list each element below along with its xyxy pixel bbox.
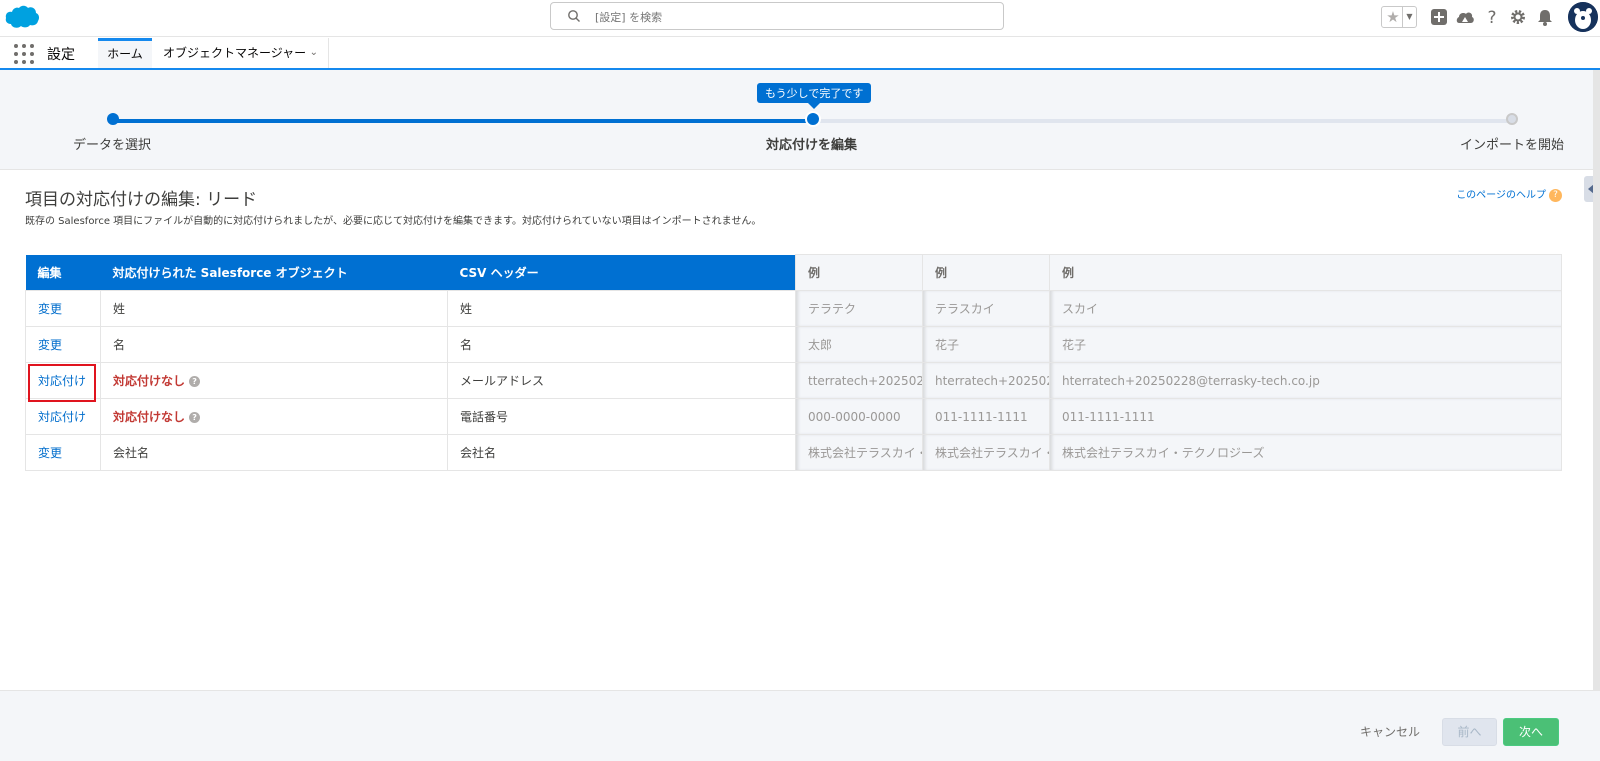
step-edit-mapping-dot[interactable] [807, 113, 819, 125]
previous-button[interactable]: 前へ [1442, 718, 1497, 746]
page-help-link[interactable]: このページのヘルプ? [1456, 186, 1562, 202]
csv-header-cell: メールアドレス [447, 362, 796, 399]
example-cell: 000-0000-0000 [795, 398, 923, 435]
example-cell: 太郎 [795, 326, 923, 363]
example-cell: 011-1111-1111 [922, 398, 1050, 435]
step-select-data-dot[interactable] [107, 113, 119, 125]
import-progress: もう少しで完了です データを選択 対応付けを編集 インポートを開始 [0, 70, 1600, 170]
search-input[interactable] [595, 7, 985, 27]
avatar-icon[interactable] [1568, 2, 1598, 32]
edit-mapping-link[interactable]: 変更 [38, 446, 62, 460]
example-cell: テラスカイ [922, 290, 1050, 327]
col-header-sf-object: 対応付けられた Salesforce オブジェクト [100, 254, 448, 291]
col-header-example-3: 例 [1049, 254, 1562, 291]
page-title: 項目の対応付けの編集: リード [25, 190, 258, 210]
csv-header-cell: 姓 [447, 290, 796, 327]
sf-field-cell: 対応付けなし? [100, 362, 448, 399]
unmapped-label: 対応付けなし [113, 374, 186, 388]
table-row: 変更 姓 姓 テラテク テラスカイ スカイ [25, 290, 1562, 327]
sf-field-cell: 会社名 [100, 434, 448, 471]
app-name: 設定 [47, 47, 75, 63]
example-cell: tterratech+20250228@ [795, 362, 923, 399]
vertical-scrollbar[interactable] [1593, 70, 1600, 761]
question-mark-icon[interactable]: ? [189, 412, 201, 423]
global-search[interactable] [550, 2, 1004, 30]
next-button[interactable]: 次へ [1503, 718, 1559, 746]
col-header-csv: CSV ヘッダー [447, 254, 796, 291]
help-icon[interactable]: ? [1482, 8, 1502, 28]
example-cell: hterratech+20250228@ [922, 362, 1050, 399]
context-bar: 設定 ホーム オブジェクトマネージャー ⌄ [0, 38, 1600, 70]
example-cell: 花子 [922, 326, 1050, 363]
sf-field-cell: 姓 [100, 290, 448, 327]
tab-object-manager-label: オブジェクトマネージャー [163, 46, 307, 60]
table-row: 変更 名 名 太郎 花子 花子 [25, 326, 1562, 363]
tab-home[interactable]: ホーム [98, 38, 152, 68]
table-header-row: 編集 対応付けられた Salesforce オブジェクト CSV ヘッダー 例 … [25, 254, 1562, 291]
progress-fill [113, 119, 813, 123]
step-start-import-label: インポートを開始 [1460, 138, 1565, 153]
table-row: 対応付け 対応付けなし? 電話番号 000-0000-0000 011-1111… [25, 398, 1562, 435]
question-mark-icon[interactable]: ? [189, 376, 201, 387]
global-header: ★ ▼ ? [0, 0, 1600, 37]
col-header-example-1: 例 [795, 254, 923, 291]
example-cell: スカイ [1049, 290, 1562, 327]
map-field-link[interactable]: 対応付け [38, 410, 86, 424]
csv-header-cell: 電話番号 [447, 398, 796, 435]
search-icon [568, 10, 580, 22]
progress-tooltip: もう少しで完了です [757, 83, 872, 109]
table-row: 変更 会社名 会社名 株式会社テラスカイ・ 株式会社テラスカイ・ 株式会社テラス… [25, 434, 1562, 471]
wizard-footer: キャンセル 前へ 次へ [0, 690, 1600, 761]
csv-header-cell: 名 [447, 326, 796, 363]
col-header-edit: 編集 [25, 254, 101, 291]
step-edit-mapping-label: 対応付けを編集 [766, 138, 858, 153]
tab-object-manager[interactable]: オブジェクトマネージャー ⌄ [153, 38, 329, 68]
help-badge-icon: ? [1549, 188, 1562, 202]
sf-field-cell: 対応付けなし? [100, 398, 448, 435]
annotation-highlight-box [28, 364, 96, 402]
plus-icon[interactable] [1429, 8, 1449, 28]
step-select-data-label: データを選択 [73, 138, 152, 153]
favorites-dropdown-icon[interactable]: ▼ [1402, 7, 1416, 27]
example-cell: 株式会社テラスカイ・テクノロジーズ [1049, 434, 1562, 471]
table-row: 対応付け 対応付けなし? メールアドレス tterratech+20250228… [25, 362, 1562, 399]
example-cell: 花子 [1049, 326, 1562, 363]
csv-header-cell: 会社名 [447, 434, 796, 471]
favorites-group[interactable]: ★ ▼ [1381, 6, 1417, 28]
star-icon[interactable]: ★ [1384, 8, 1402, 26]
trailhead-icon[interactable] [1455, 8, 1475, 28]
cancel-button[interactable]: キャンセル [1352, 718, 1428, 746]
page-description: 既存の Salesforce 項目にファイルが自動的に対応付けられましたが、必要… [25, 216, 762, 227]
step-start-import-dot [1506, 113, 1518, 125]
unmapped-label: 対応付けなし [113, 410, 186, 424]
example-cell: 株式会社テラスカイ・ [795, 434, 923, 471]
gear-icon[interactable] [1508, 8, 1528, 28]
bell-icon[interactable] [1535, 8, 1555, 28]
help-link-label: このページのヘルプ [1456, 190, 1546, 201]
example-cell: 株式会社テラスカイ・ [922, 434, 1050, 471]
salesforce-cloud-logo[interactable] [4, 4, 40, 30]
chevron-down-icon[interactable]: ⌄ [310, 38, 318, 68]
edit-mapping-link[interactable]: 変更 [38, 302, 62, 316]
edit-mapping-link[interactable]: 変更 [38, 338, 62, 352]
example-cell: テラテク [795, 290, 923, 327]
example-cell: 011-1111-1111 [1049, 398, 1562, 435]
sf-field-cell: 名 [100, 326, 448, 363]
col-header-example-2: 例 [922, 254, 1050, 291]
example-cell: hterratech+20250228@terrasky-tech.co.jp [1049, 362, 1562, 399]
field-mapping-table: 編集 対応付けられた Salesforce オブジェクト CSV ヘッダー 例 … [25, 254, 1562, 471]
app-launcher-icon[interactable] [14, 44, 34, 64]
